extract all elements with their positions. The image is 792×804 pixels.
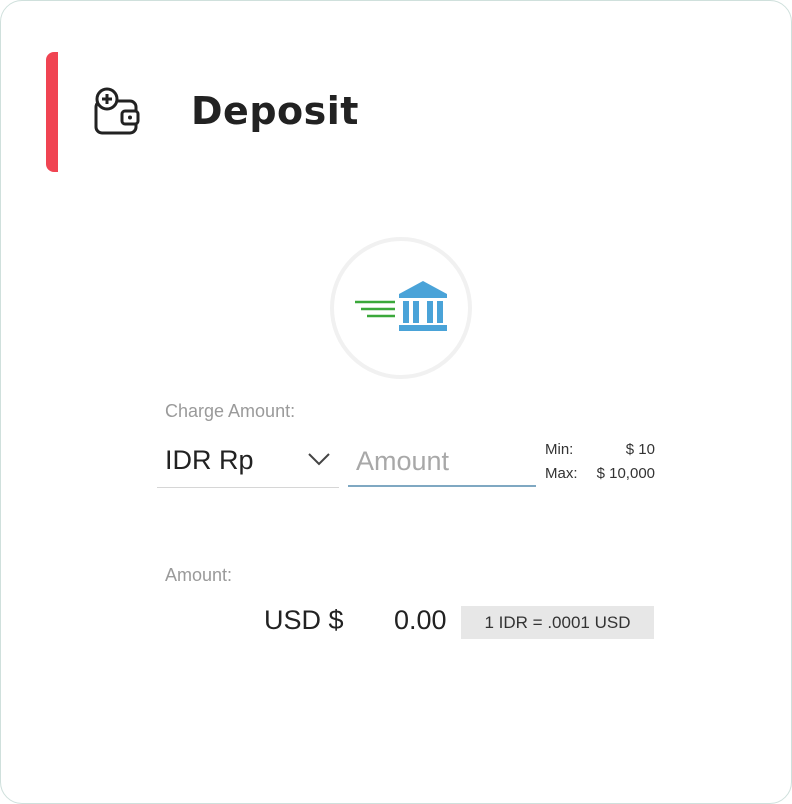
currency-select-value: IDR Rp: [165, 445, 254, 475]
converted-value: 0.00: [394, 605, 447, 635]
max-label: Max:: [545, 465, 578, 482]
min-label: Min:: [545, 441, 574, 458]
currency-select[interactable]: IDR Rp: [157, 437, 339, 488]
deposit-card: Deposit Charge Amount: IDR Rp Min: $ 10 …: [0, 0, 792, 804]
page-title: Deposit: [191, 89, 359, 133]
min-value: $ 10: [625, 441, 655, 458]
bank-icon: [355, 281, 447, 331]
converted-amount-label: Amount:: [165, 565, 233, 585]
chevron-down-icon: [308, 453, 330, 466]
exchange-rate-badge: 1 IDR = .0001 USD: [461, 606, 654, 639]
accent-bar: [46, 52, 58, 172]
max-value: $ 10,000: [596, 465, 655, 482]
amount-input[interactable]: [348, 437, 536, 487]
amount-limits: Min: $ 10 Max: $ 10,000: [545, 438, 655, 486]
charge-amount-label: Charge Amount:: [165, 401, 296, 421]
converted-currency: USD $: [264, 605, 344, 635]
wallet-add-icon: [94, 87, 140, 135]
